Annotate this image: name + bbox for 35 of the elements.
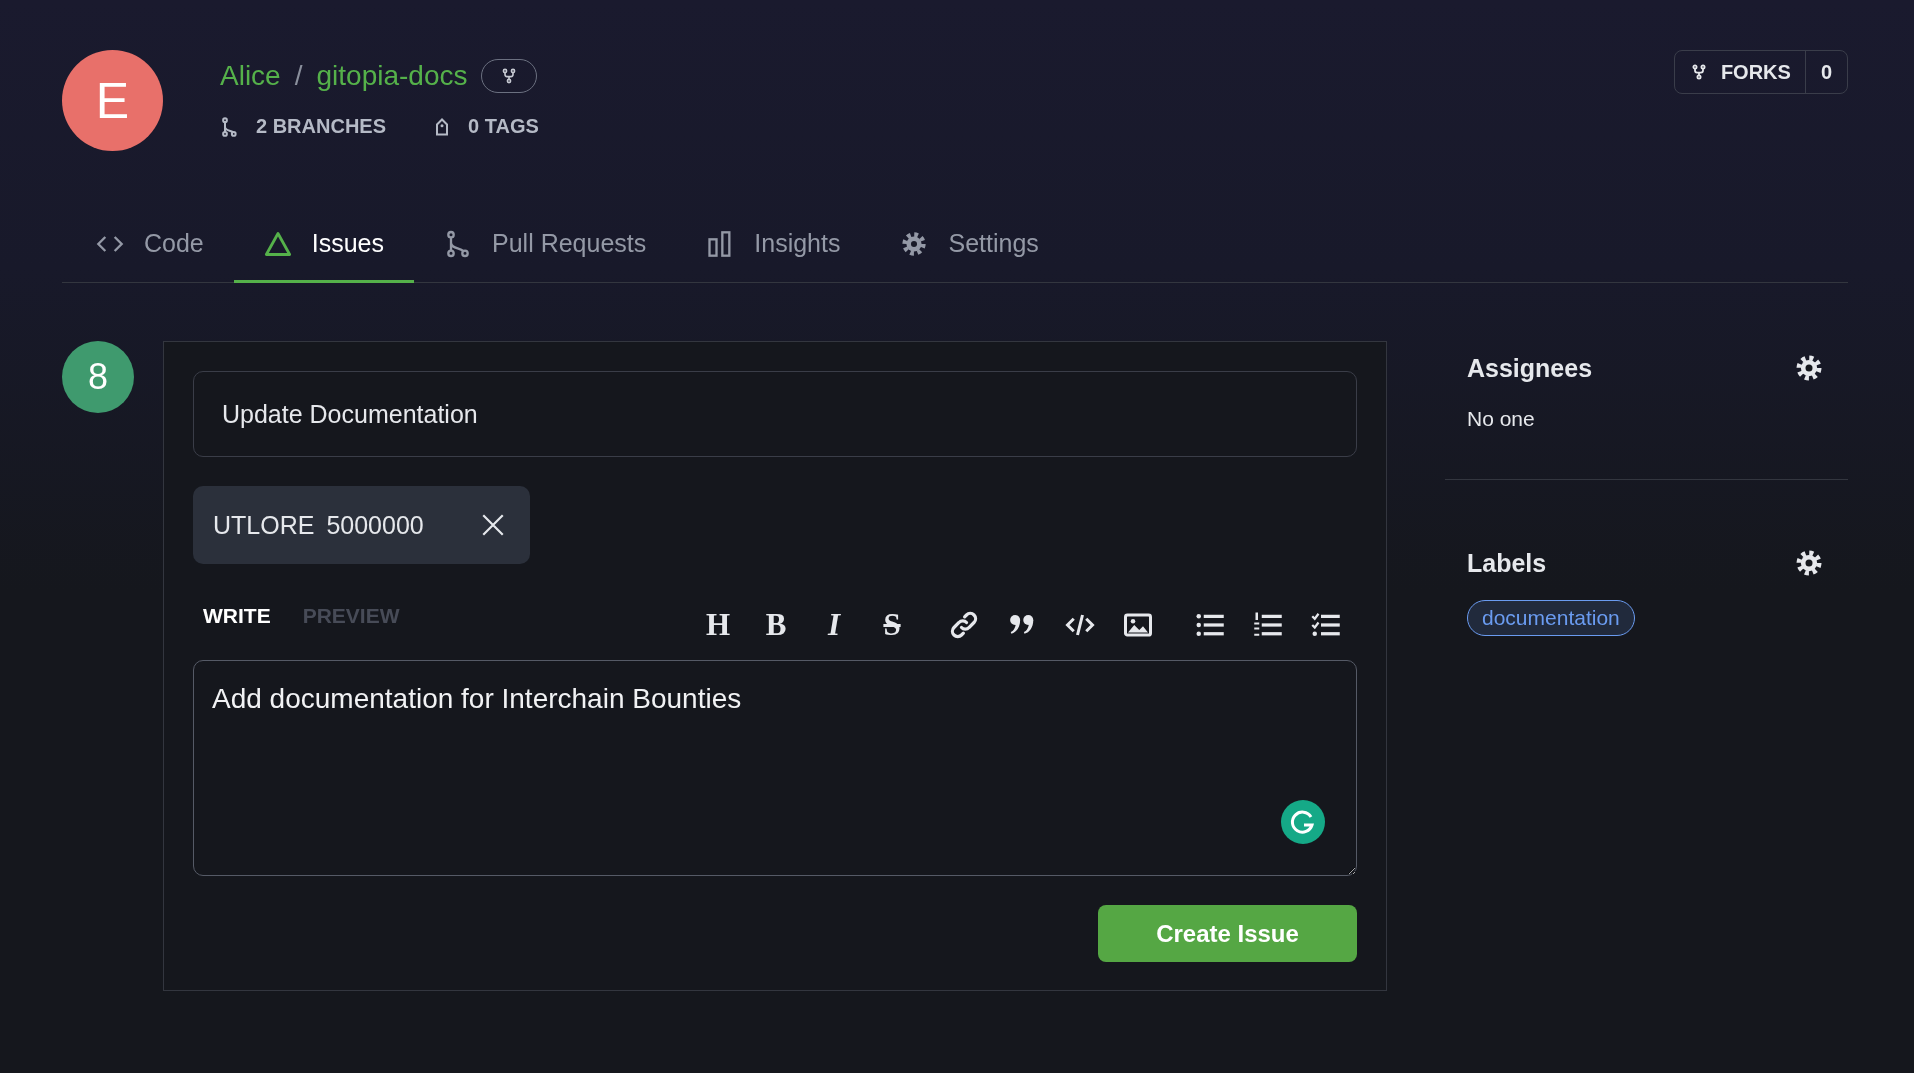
fork-icon — [501, 68, 518, 84]
settings-icon — [900, 229, 929, 258]
title-input[interactable]: Update Documentation — [193, 371, 1357, 457]
nav-tab[interactable]: Settings — [870, 229, 1069, 283]
nav-tab[interactable]: Code — [62, 229, 234, 283]
strike-button[interactable]: S — [871, 604, 913, 646]
issue-number: 8 — [62, 341, 134, 413]
owner-link[interactable]: Alice — [220, 60, 281, 92]
fork-icon — [1690, 64, 1707, 80]
forks-count: 0 — [1819, 59, 1833, 85]
italic-button[interactable]: I — [813, 604, 855, 646]
tags-link[interactable]: 0 TAGS — [432, 115, 539, 138]
settings-button[interactable] — [1794, 548, 1824, 578]
label-tag: documentation — [1467, 600, 1635, 636]
editor-tab[interactable]: WRITE — [203, 604, 271, 628]
labels-heading: Labels — [1467, 548, 1547, 578]
bounty-amount: 5000000 — [326, 510, 424, 540]
repo-avatar: E — [62, 50, 163, 151]
forks-button[interactable]: FORKS — [1674, 51, 1806, 93]
link-icon — [949, 610, 979, 640]
nav-tab[interactable]: Issues — [233, 229, 415, 283]
triangle-icon — [263, 229, 292, 258]
assignees-value: No one — [1467, 407, 1535, 431]
branches-link[interactable]: 2 BRANCHES — [220, 115, 387, 138]
bold-button[interactable]: B — [755, 604, 797, 646]
repo-name-link[interactable]: gitopia-docs — [316, 60, 468, 92]
heading-button[interactable]: H — [697, 604, 739, 646]
branch-icon — [220, 116, 240, 137]
settings-button[interactable] — [1794, 353, 1824, 383]
nav-tab[interactable]: Insights — [676, 229, 871, 283]
bounty-denom: UTLORE — [213, 510, 315, 540]
nav-tab[interactable]: Pull Requests — [414, 229, 677, 283]
description-textarea[interactable]: Add documentation for Interchain Bounties — [193, 660, 1357, 876]
assignees-heading: Assignees — [1467, 353, 1593, 383]
path-separator: / — [294, 60, 303, 92]
